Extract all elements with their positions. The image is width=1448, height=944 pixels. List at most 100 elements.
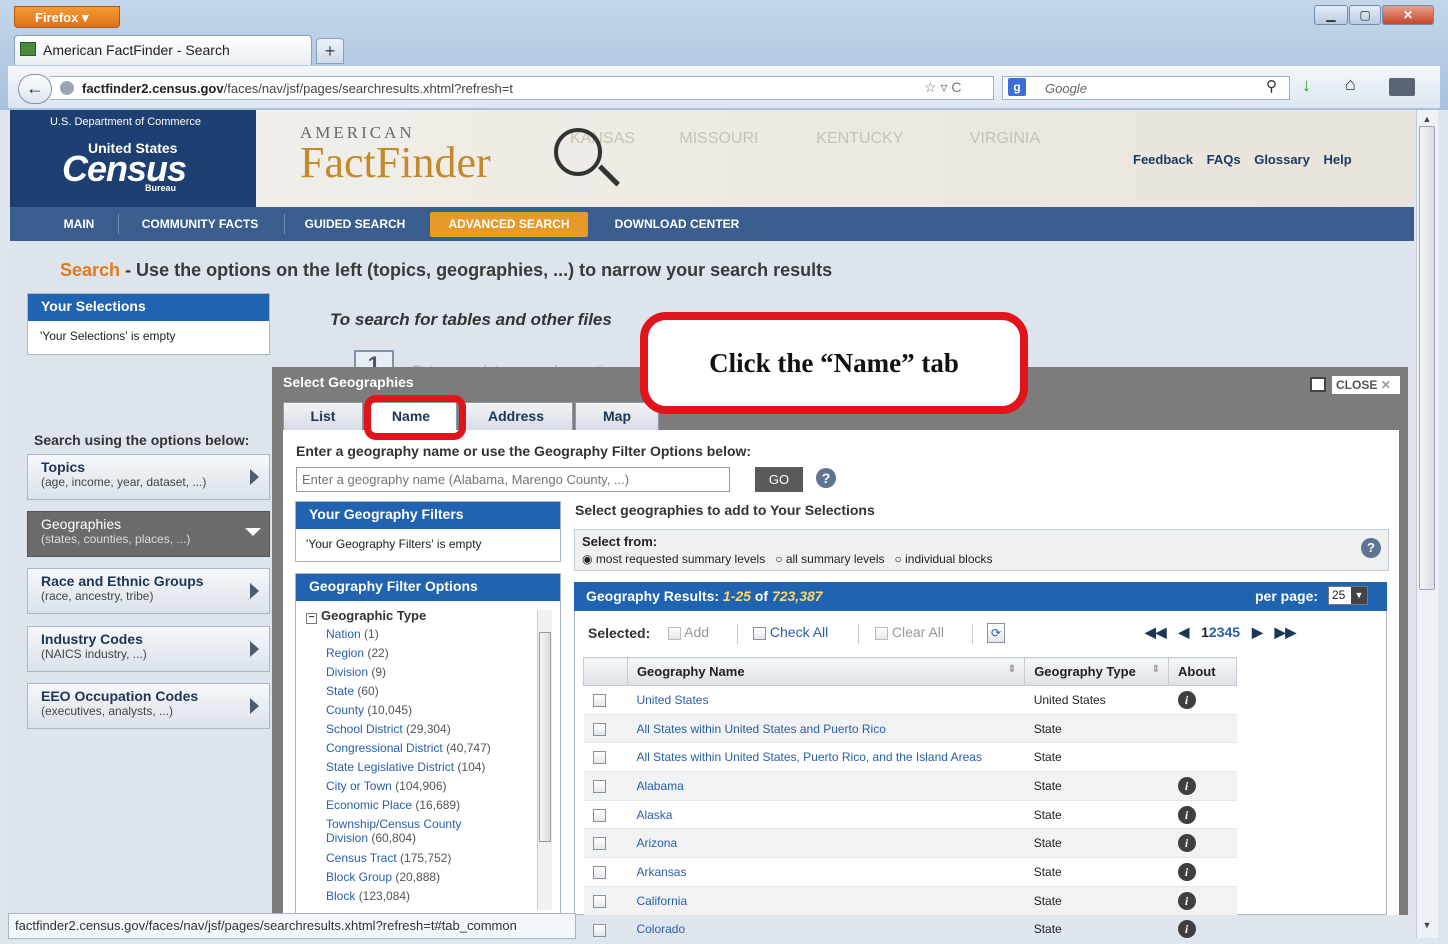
firefox-menu-button[interactable]: Firefox ▾ [14, 6, 120, 28]
geography-name-cell[interactable]: All States within United States and Puer… [627, 714, 1025, 744]
geo-type-link[interactable]: Block Group [326, 870, 392, 884]
minimize-button[interactable]: ▁ [1314, 5, 1348, 25]
geo-type-link[interactable]: County [326, 703, 364, 717]
geography-name-cell[interactable]: Arkansas [627, 857, 1025, 887]
feedback-link[interactable]: Feedback [1133, 152, 1193, 167]
per-page-select[interactable]: 25 ▼ [1328, 586, 1368, 605]
nav-advanced-search[interactable]: ADVANCED SEARCH [430, 212, 588, 237]
geography-name-cell[interactable]: Alaska [627, 800, 1025, 830]
info-icon[interactable]: i [1177, 834, 1196, 853]
geography-name-link[interactable]: United States [636, 693, 708, 707]
info-icon[interactable]: i [1177, 805, 1196, 824]
maximize-button[interactable]: ▢ [1349, 5, 1381, 25]
race-ethnic-button[interactable]: Race and Ethnic Groups (race, ancestry, t… [27, 568, 270, 614]
geo-type-link[interactable]: Census Tract [326, 851, 397, 865]
radio-individual-blocks[interactable]: ○ individual blocks [895, 552, 993, 566]
geo-type-item[interactable]: Block (123,084) [326, 889, 526, 908]
last-page-icon[interactable]: ▶▶ [1275, 624, 1297, 640]
refresh-icon[interactable]: ⟳ [987, 623, 1005, 643]
geo-type-link[interactable]: City or Town [326, 779, 392, 793]
row-checkbox[interactable] [592, 808, 606, 822]
info-icon[interactable]: i [1177, 690, 1196, 709]
collapse-icon[interactable]: − [306, 613, 317, 624]
table-row[interactable]: Alaska State i [583, 800, 1237, 830]
geography-name-cell[interactable]: All States within United States, Puerto … [627, 742, 1025, 773]
column-geography-type[interactable]: Geography Type ⇕ [1024, 657, 1170, 686]
geo-type-link[interactable]: State [326, 684, 354, 698]
geo-type-item[interactable]: State (60) [326, 684, 526, 703]
geo-type-link[interactable]: Congressional District [326, 741, 443, 755]
minimize-dialog-icon[interactable] [1310, 377, 1326, 392]
site-identity-icon[interactable] [60, 81, 74, 95]
geo-type-link[interactable]: Nation [326, 627, 361, 641]
geo-type-link[interactable]: Division [326, 665, 368, 679]
page-3[interactable]: 3 [1217, 624, 1225, 640]
geo-type-link[interactable]: Economic Place [326, 798, 412, 812]
close-window-button[interactable]: ✕ [1382, 5, 1434, 25]
geography-name-link[interactable]: Arkansas [636, 865, 686, 879]
glossary-link[interactable]: Glossary [1254, 152, 1310, 167]
page-2[interactable]: 2 [1209, 624, 1217, 640]
census-logo[interactable]: U.S. Department of Commerce United State… [10, 110, 256, 207]
geo-type-item[interactable]: County (10,045) [326, 703, 526, 722]
geo-type-item[interactable]: Division (9) [326, 665, 526, 684]
geo-type-item[interactable]: Nation (1) [326, 627, 526, 646]
geography-name-cell[interactable]: Arizona [627, 828, 1025, 859]
row-checkbox[interactable] [592, 837, 606, 851]
sort-icon[interactable]: ⇕ [1152, 664, 1160, 675]
nav-download-center[interactable]: DOWNLOAD CENTER [604, 207, 750, 241]
industry-codes-button[interactable]: Industry Codes (NAICS industry, ...) [27, 626, 270, 672]
geography-name-cell[interactable]: Colorado [627, 915, 1025, 944]
table-row[interactable]: All States within United States, Puerto … [583, 742, 1237, 773]
page-1[interactable]: 1 [1201, 624, 1209, 640]
geography-name-link[interactable]: Arizona [636, 836, 677, 850]
table-row[interactable]: California State i [583, 886, 1237, 916]
geography-name-link[interactable]: California [636, 894, 687, 908]
nav-guided-search[interactable]: GUIDED SEARCH [296, 207, 414, 241]
table-row[interactable]: Arkansas State i [583, 857, 1237, 887]
clear-all-button[interactable]: Clear All [875, 624, 944, 640]
topics-button[interactable]: Topics (age, income, year, dataset, ...) [27, 454, 270, 500]
table-row[interactable]: All States within United States and Puer… [583, 714, 1237, 744]
row-checkbox[interactable] [592, 694, 606, 707]
geographies-button[interactable]: Geographies (states, counties, places, ..… [27, 511, 270, 557]
geography-name-cell[interactable]: California [627, 886, 1025, 916]
geo-type-link[interactable]: State Legislative District [326, 760, 454, 774]
row-checkbox[interactable] [592, 923, 606, 937]
geographic-type-node[interactable]: − Geographic Type [306, 608, 426, 624]
info-icon[interactable]: i [1177, 920, 1196, 939]
first-page-icon[interactable]: ◀◀ [1145, 624, 1167, 640]
row-checkbox[interactable] [592, 780, 606, 794]
dropdown-icon[interactable]: ▿ [940, 79, 947, 95]
geo-type-link[interactable]: Region [326, 646, 364, 660]
geo-type-item[interactable]: City or Town (104,906) [326, 779, 526, 798]
geo-type-item[interactable]: State Legislative District (104) [326, 760, 526, 779]
scroll-down-icon[interactable]: ▼ [1419, 920, 1435, 934]
reload-icon[interactable]: C [951, 79, 961, 95]
addon-menu-icon[interactable] [1389, 78, 1415, 96]
home-icon[interactable]: ⌂ [1345, 74, 1356, 95]
geo-type-item[interactable]: School District (29,304) [326, 722, 526, 741]
search-magnifier-icon[interactable]: ⚲ [1266, 77, 1277, 95]
new-tab-button[interactable]: + [316, 38, 344, 64]
help-icon[interactable]: ? [816, 468, 836, 488]
geography-name-input[interactable] [296, 467, 730, 492]
download-arrow-icon[interactable]: ↓ [1302, 75, 1311, 96]
geo-type-item[interactable]: Township/Census County Division (60,804) [326, 817, 486, 851]
bookmark-star-icon[interactable]: ☆ [924, 79, 937, 95]
geo-type-item[interactable]: Congressional District (40,747) [326, 741, 526, 760]
table-row[interactable]: United States United States i [583, 685, 1237, 715]
geo-type-item[interactable]: Economic Place (16,689) [326, 798, 526, 817]
tab-list[interactable]: List [283, 402, 363, 430]
geography-name-link[interactable]: Alaska [636, 808, 672, 822]
geography-name-cell[interactable]: Alabama [627, 771, 1025, 801]
sort-icon[interactable]: ⇕ [1008, 664, 1016, 675]
row-checkbox[interactable] [592, 751, 606, 765]
check-all-button[interactable]: Check All [753, 624, 828, 640]
column-geography-name[interactable]: Geography Name ⇕ [626, 657, 1026, 686]
table-row[interactable]: Alabama State i [583, 771, 1237, 801]
geo-type-item[interactable]: Census Tract (175,752) [326, 851, 526, 870]
row-checkbox[interactable] [592, 722, 606, 736]
close-dialog-button[interactable]: CLOSE ✕ [1332, 376, 1400, 394]
radio-most-requested[interactable]: ◉ most requested summary levels [582, 552, 765, 566]
